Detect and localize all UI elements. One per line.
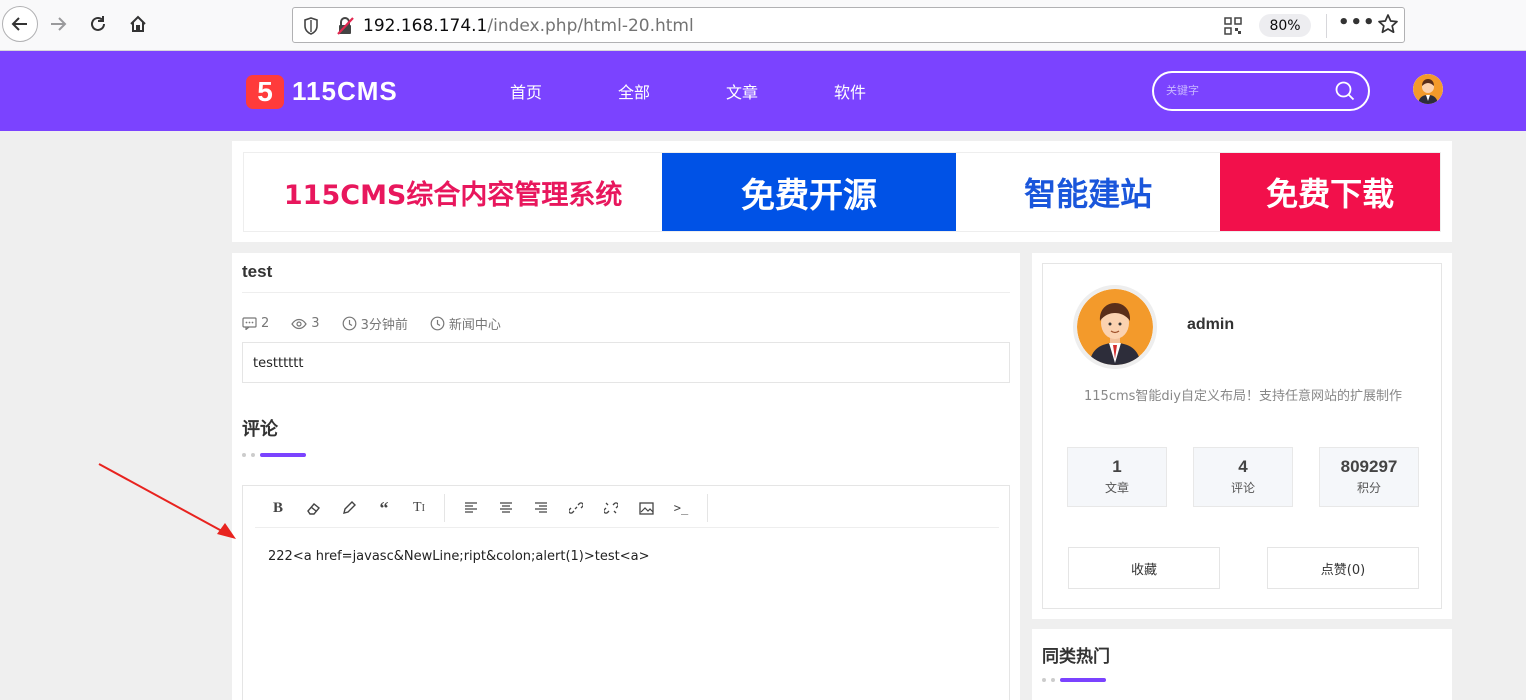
arrow-right-icon (51, 17, 67, 31)
stat-label: 评论 (1230, 481, 1255, 495)
profile-box: admin 115cms智能diy自定义布局！支持任意网站的扩展制作 1 文章 … (1042, 263, 1442, 609)
heading-decoration (1042, 678, 1106, 682)
meta-views: 3 (291, 314, 320, 333)
article-meta: 2 3 3分钟前 新闻中心 (242, 314, 523, 333)
promo-banner[interactable]: 115CMS综合内容管理系统 免费开源 智能建站 免费下载 (243, 152, 1441, 232)
article-body: testttttt (242, 342, 1010, 383)
more-actions-icon[interactable]: ••• (1338, 12, 1376, 33)
unlink-icon[interactable] (600, 498, 622, 518)
editor-toolbar: B “ TI >_ (255, 486, 999, 528)
author-name[interactable]: admin (1187, 316, 1234, 334)
back-button[interactable] (2, 6, 38, 42)
insecure-lock-icon[interactable] (335, 16, 355, 36)
banner-segment-open-source: 免费开源 (662, 153, 956, 231)
bookmark-star-icon[interactable] (1377, 13, 1399, 39)
eye-icon (291, 318, 308, 329)
text-size-icon[interactable]: TI (408, 498, 430, 518)
home-button[interactable] (122, 8, 154, 40)
align-right-icon[interactable] (530, 498, 552, 518)
shield-icon[interactable] (301, 16, 321, 36)
comment-input[interactable]: 222<a href=javasc&NewLine;ript&colon;ale… (268, 549, 649, 564)
pencil-icon[interactable] (338, 498, 360, 518)
url-text[interactable]: 192.168.174.1/index.php/html-20.html (363, 16, 694, 36)
reload-button[interactable] (82, 8, 114, 40)
author-description: 115cms智能diy自定义布局！支持任意网站的扩展制作 (1084, 389, 1402, 404)
author-avatar[interactable] (1073, 285, 1157, 369)
meta-comments: 2 (242, 314, 269, 333)
arrow-left-icon (11, 17, 27, 31)
quote-icon[interactable]: “ (373, 498, 395, 518)
hot-heading: 同类热门 (1042, 647, 1110, 667)
stat-articles[interactable]: 1 文章 (1067, 447, 1167, 507)
stat-label: 文章 (1104, 481, 1129, 495)
user-avatar[interactable] (1413, 74, 1443, 104)
meta-time: 3分钟前 (342, 314, 408, 333)
category-link[interactable]: 新闻中心 (449, 314, 501, 333)
bold-icon[interactable]: B (267, 498, 289, 518)
article-title: test (242, 262, 273, 281)
zoom-level-badge[interactable]: 80% (1259, 14, 1311, 37)
url-host: 192.168.174.1 (363, 16, 488, 36)
address-bar[interactable]: 192.168.174.1/index.php/html-20.html 80%… (292, 7, 1405, 43)
browser-toolbar: 192.168.174.1/index.php/html-20.html 80%… (0, 0, 1526, 51)
align-center-icon[interactable] (495, 498, 517, 518)
link-icon[interactable] (565, 498, 587, 518)
comment-count: 2 (261, 316, 270, 331)
reload-icon (91, 16, 105, 31)
like-button[interactable]: 点赞(0) (1267, 547, 1419, 589)
eraser-icon[interactable] (303, 498, 325, 518)
banner-segment-download: 免费下载 (1220, 153, 1440, 231)
clock-icon (342, 316, 356, 331)
publish-time: 3分钟前 (360, 318, 408, 333)
nav-home[interactable]: 首页 (510, 79, 542, 103)
image-icon[interactable] (635, 498, 657, 518)
related-hot-panel: 同类热门 (1032, 629, 1452, 700)
site-logo-mark[interactable]: 5 (246, 75, 284, 109)
code-icon[interactable]: >_ (670, 498, 692, 518)
site-search (1152, 71, 1370, 111)
favorite-button[interactable]: 收藏 (1068, 547, 1220, 589)
stat-value: 809297 (1340, 457, 1398, 476)
divider (1326, 14, 1327, 38)
author-card: admin 115cms智能diy自定义布局！支持任意网站的扩展制作 1 文章 … (1032, 253, 1452, 619)
stat-comments[interactable]: 4 评论 (1193, 447, 1293, 507)
article-panel: test 2 3 3分钟前 新闻中心 testttttt 评论 B “ T I … (232, 253, 1020, 700)
comment-icon (242, 317, 257, 330)
divider (242, 292, 1010, 293)
search-input[interactable] (1166, 82, 1326, 100)
comment-editor: B “ TI >_ 222<a href=javasc&NewLine;ript… (242, 485, 1010, 700)
annotation-arrow-icon (98, 463, 236, 539)
forward-button[interactable] (42, 8, 74, 40)
search-icon[interactable] (1334, 80, 1356, 106)
view-count: 3 (311, 316, 320, 331)
banner-segment-smart-build: 智能建站 (955, 153, 1221, 231)
heading-decoration (242, 453, 306, 457)
qr-code-icon[interactable] (1223, 16, 1243, 36)
url-path: /index.php/html-20.html (487, 16, 694, 36)
stat-value: 4 (1238, 457, 1248, 476)
divider (444, 494, 445, 522)
stat-points[interactable]: 809297 积分 (1319, 447, 1419, 507)
banner-container: 115CMS综合内容管理系统 免费开源 智能建站 免费下载 (232, 141, 1452, 242)
site-logo-text[interactable]: 115CMS (292, 76, 398, 107)
comments-heading: 评论 (242, 419, 278, 440)
nav-all[interactable]: 全部 (618, 79, 650, 103)
clock-icon (430, 316, 445, 331)
banner-segment-title: 115CMS综合内容管理系统 (244, 153, 663, 231)
stat-label: 积分 (1356, 481, 1381, 495)
meta-category[interactable]: 新闻中心 (430, 314, 501, 333)
divider (707, 494, 708, 522)
stat-value: 1 (1112, 457, 1122, 476)
site-header: 5 115CMS 首页 全部 文章 软件 (0, 51, 1526, 131)
nav-software[interactable]: 软件 (834, 79, 866, 103)
home-icon (130, 15, 146, 32)
nav-articles[interactable]: 文章 (726, 79, 758, 103)
align-left-icon[interactable] (460, 498, 482, 518)
